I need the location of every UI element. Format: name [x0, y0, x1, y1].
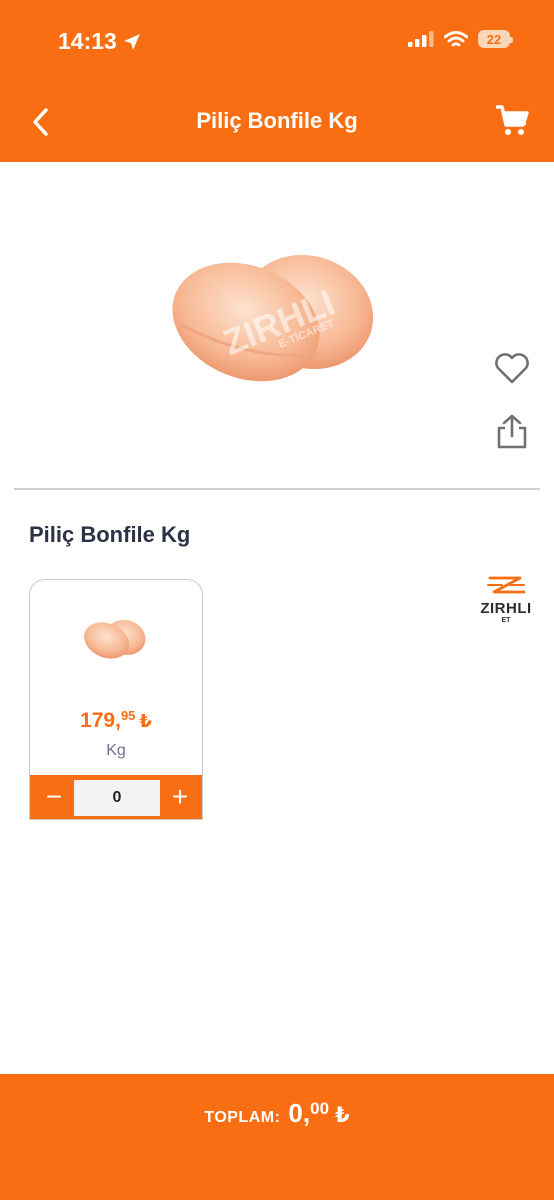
status-icons: 22 [408, 30, 513, 48]
footer-total-bar[interactable]: TOPLAM: 0,00 ₺ [0, 1074, 554, 1200]
navbar: Piliç Bonfile Kg [0, 90, 554, 154]
product-variant-card[interactable]: 179,95₺ Kg − + [29, 579, 203, 820]
total: TOPLAM: 0,00 ₺ [0, 1098, 554, 1129]
location-arrow-icon [123, 33, 140, 50]
product-image: ZIRHLI E-TİCARET [172, 254, 374, 382]
cart-icon[interactable] [496, 104, 530, 138]
decrease-button[interactable]: − [34, 775, 74, 819]
price-decimals: 95 [120, 708, 136, 723]
brand-logo: ZIRHLI ET [476, 574, 536, 630]
time-text: 14:13 [58, 28, 117, 54]
status-bar: 14:13 22 [0, 0, 554, 80]
total-decimals: 00 [310, 1099, 330, 1118]
brand-sub: ET [501, 617, 511, 624]
heart-icon[interactable] [492, 348, 532, 388]
status-time: 14:13 [58, 28, 141, 55]
header: 14:13 22 Piliç Bonfile Kg [0, 0, 554, 162]
total-label: TOPLAM: [204, 1109, 281, 1126]
product-hero: ZIRHLI E-TİCARET ZIRHLI ET [0, 162, 554, 624]
signal-icon [408, 31, 434, 47]
wifi-icon [444, 30, 468, 46]
product-title: Piliç Bonfile Kg [29, 522, 191, 547]
share-icon[interactable] [492, 412, 532, 452]
price-main: 179, [80, 709, 121, 732]
product-thumbnail [84, 619, 146, 659]
price-currency: ₺ [139, 711, 152, 731]
quantity-input[interactable] [74, 780, 160, 816]
quantity-stepper: − + [30, 775, 202, 819]
increase-button[interactable]: + [160, 775, 200, 819]
total-main: 0, [288, 1098, 311, 1128]
total-currency: ₺ [335, 1104, 350, 1127]
brand-name: ZIRHLI [480, 600, 532, 617]
battery-icon: 22 [478, 30, 513, 48]
battery-level: 22 [486, 31, 502, 47]
brand-mark-icon [487, 576, 526, 594]
unit-label: Kg [106, 742, 126, 759]
price: 179,95 ₺ [30, 708, 202, 733]
page-title: Piliç Bonfile Kg [196, 108, 358, 133]
divider [14, 488, 540, 490]
